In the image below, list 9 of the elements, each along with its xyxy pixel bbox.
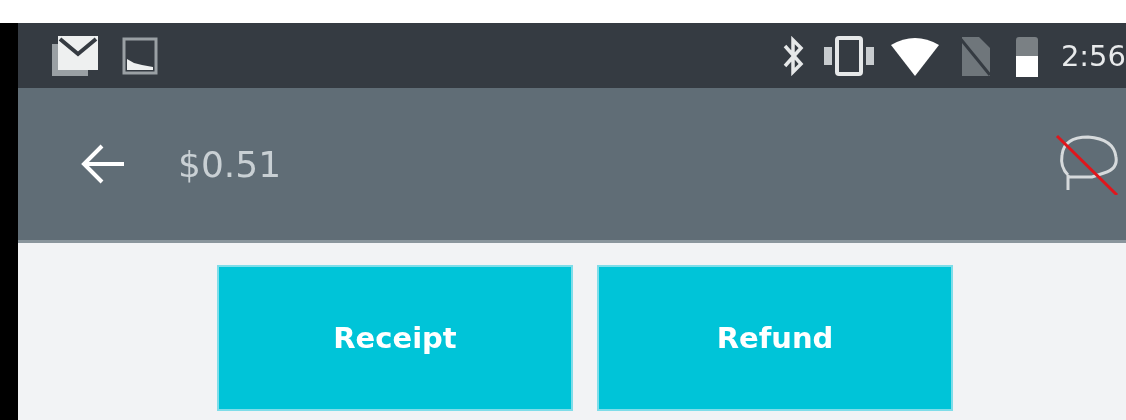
- vibrate-icon: [822, 34, 875, 77]
- chat-off-icon[interactable]: [1054, 133, 1120, 195]
- action-button[interactable]: Receipt: [217, 265, 573, 411]
- action-button[interactable]: Refund: [597, 265, 953, 411]
- image-notification-icon: [122, 36, 158, 75]
- amount-title: $0.51: [178, 143, 282, 185]
- mail-notification-icon: [50, 33, 100, 78]
- back-arrow-icon[interactable]: [80, 143, 126, 185]
- clock-time: 2:56: [1060, 38, 1126, 73]
